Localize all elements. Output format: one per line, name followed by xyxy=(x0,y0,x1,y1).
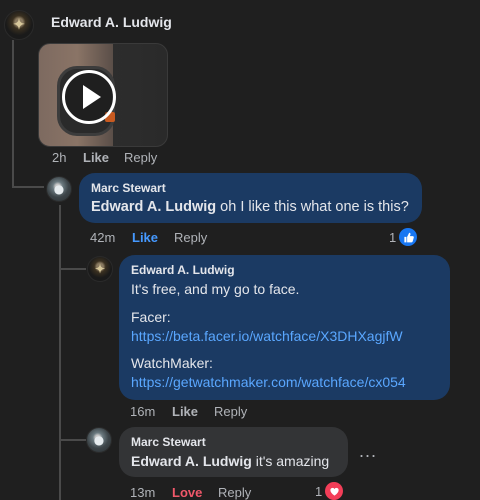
comment-text: Edward A. Ludwig oh I like this what one… xyxy=(91,198,410,217)
avatar-marc-image: ● xyxy=(93,433,105,447)
reply-button[interactable]: Reply xyxy=(124,150,157,165)
thread-connector-2 xyxy=(59,268,86,270)
comment-author[interactable]: Edward A. Ludwig xyxy=(131,263,438,277)
heart-icon xyxy=(325,482,344,500)
mention-link[interactable]: Edward A. Ludwig xyxy=(131,453,252,469)
comment-text: It's free, and my go to face. xyxy=(131,281,300,297)
comment-author[interactable]: Edward A. Ludwig xyxy=(51,14,172,30)
reply-button[interactable]: Reply xyxy=(214,404,247,419)
avatar-edward-image: ✦ xyxy=(13,17,25,33)
comment-author[interactable]: Marc Stewart xyxy=(91,181,410,195)
avatar-marc[interactable]: ● xyxy=(86,427,112,453)
mention-link[interactable]: Edward A. Ludwig xyxy=(91,199,216,215)
comment-time[interactable]: 13m xyxy=(130,485,172,500)
like-button[interactable]: Like xyxy=(83,150,124,165)
thread-connector-3 xyxy=(59,439,86,441)
reply-button[interactable]: Reply xyxy=(218,485,251,500)
comment-body: oh I like this what one is this? xyxy=(216,199,409,215)
facer-label: Facer: xyxy=(131,309,171,325)
watchmaker-link[interactable]: https://getwatchmaker.com/watchface/cx05… xyxy=(131,373,438,392)
comment-bubble: Marc Stewart Edward A. Ludwig it's amazi… xyxy=(119,427,348,477)
comment-author[interactable]: Marc Stewart xyxy=(131,435,336,449)
reaction-summary[interactable]: 1 xyxy=(389,228,418,246)
reaction-count: 1 xyxy=(315,483,323,499)
reaction-count: 1 xyxy=(389,229,397,245)
avatar-edward-image: ✦ xyxy=(94,262,106,276)
comment-bubble: Edward A. Ludwig It's free, and my go to… xyxy=(119,255,450,400)
reaction-summary[interactable]: 1 xyxy=(315,482,344,500)
comment-actions: 2h Like Reply xyxy=(52,150,157,165)
facer-link[interactable]: https://beta.facer.io/watchface/X3DHXagj… xyxy=(131,327,438,346)
avatar-edward[interactable]: ✦ xyxy=(4,10,34,40)
comment-bubble: Marc Stewart Edward A. Ludwig oh I like … xyxy=(79,173,422,223)
thread-line-nested xyxy=(59,205,61,500)
like-button[interactable]: Like xyxy=(172,404,214,419)
comment-time[interactable]: 42m xyxy=(90,230,132,245)
reply-button[interactable]: Reply xyxy=(174,230,207,245)
avatar-edward[interactable]: ✦ xyxy=(87,256,113,282)
like-button[interactable]: Like xyxy=(132,230,174,245)
thread-line-main xyxy=(12,40,14,188)
thread-connector-1 xyxy=(12,186,44,188)
avatar-marc-image: ● xyxy=(53,182,65,196)
comment-body: it's amazing xyxy=(251,453,330,469)
comment-time[interactable]: 16m xyxy=(130,404,172,419)
thumbs-up-icon xyxy=(399,228,418,246)
comment-actions: 13m Love Reply xyxy=(130,485,251,500)
comment-text: Edward A. Ludwig it's amazing xyxy=(131,452,336,471)
avatar-marc[interactable]: ● xyxy=(46,176,72,202)
comment-time[interactable]: 2h xyxy=(52,150,83,165)
play-icon[interactable] xyxy=(62,70,116,124)
comment-actions: 16m Like Reply xyxy=(130,404,247,419)
watchmaker-label: WatchMaker: xyxy=(131,355,213,371)
more-options-icon[interactable]: ... xyxy=(359,441,377,462)
love-button[interactable]: Love xyxy=(172,485,218,500)
comment-actions: 42m Like Reply xyxy=(90,230,207,245)
